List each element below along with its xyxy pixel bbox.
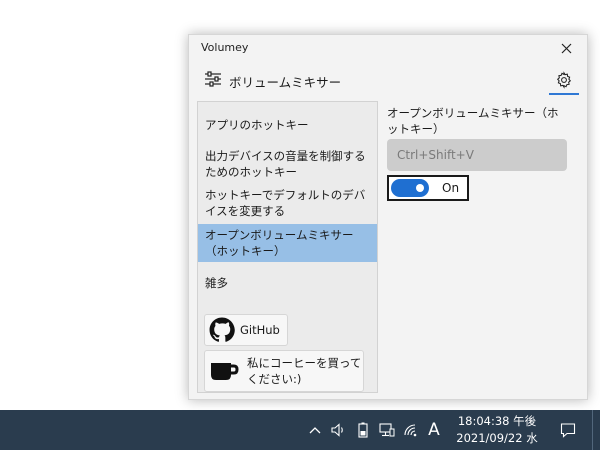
notifications-button[interactable] (559, 421, 577, 439)
sidebar-item-label: 雑多 (205, 276, 228, 290)
title-bar[interactable]: Volumey (189, 35, 587, 61)
ime-mode-button[interactable]: A (425, 419, 443, 441)
sidebar-item-label: ホットキーでデフォルトのデバイスを変更する (205, 188, 366, 218)
active-tab-indicator (549, 93, 579, 95)
app-window: Volumey ボリュームミキサー アプリのホットキー 出力デバイスの音量を制御… (188, 34, 588, 400)
clock-date: 2021/09/22 水 (456, 431, 538, 445)
mixer-icon (205, 71, 221, 87)
github-icon (209, 317, 235, 342)
wifi-icon (404, 424, 417, 437)
page-title: ボリュームミキサー (229, 75, 342, 90)
window-title: Volumey (201, 41, 249, 54)
ime-mode-label: A (428, 420, 440, 440)
sidebar-item-open-mixer-hotkey[interactable]: オープンボリュームミキサー（ホットキー） (198, 224, 377, 262)
notification-icon (560, 423, 576, 438)
speaker-icon (331, 423, 343, 437)
sidebar-item-default-device-hotkeys[interactable]: ホットキーでデフォルトのデバイスを変更する (198, 185, 377, 221)
github-button[interactable]: GitHub (204, 314, 288, 346)
chevron-up-icon (309, 427, 321, 434)
sidebar-item-app-hotkeys[interactable]: アプリのホットキー (198, 110, 377, 140)
close-button[interactable] (555, 38, 577, 58)
volume-tray-button[interactable] (330, 421, 348, 439)
clock-time: 18:04:38 午後 (457, 414, 537, 428)
enable-toggle[interactable]: On (387, 175, 469, 201)
section-label: オープンボリュームミキサー（ホットキー） (387, 106, 559, 136)
content-panel: オープンボリュームミキサー（ホットキー） On (387, 101, 581, 381)
battery-icon (358, 422, 368, 438)
show-desktop-divider (592, 410, 593, 450)
sidebar: アプリのホットキー 出力デバイスの音量を制御するためのホットキー ホットキーでデ… (197, 101, 378, 393)
toggle-track[interactable] (391, 179, 429, 197)
sidebar-item-device-volume-hotkeys[interactable]: 出力デバイスの音量を制御するためのホットキー (198, 146, 377, 182)
network-icon (379, 422, 395, 436)
sidebar-item-label: オープンボリュームミキサー（ホットキー） (205, 228, 354, 258)
buy-coffee-label: 私にコーヒーを買ってください:) (247, 356, 362, 386)
network-tray-button[interactable] (378, 421, 396, 439)
close-icon (561, 43, 571, 53)
taskbar: A 18:04:38 午後 2021/09/22 水 (0, 410, 600, 450)
show-hidden-icons-button[interactable] (306, 421, 324, 439)
buy-coffee-button[interactable]: 私にコーヒーを買ってください:) (204, 350, 364, 392)
battery-tray-button[interactable] (354, 421, 372, 439)
sidebar-item-misc[interactable]: 雑多 (198, 268, 377, 298)
hotkey-input[interactable] (387, 139, 567, 171)
wifi-tray-button[interactable] (402, 421, 420, 439)
sidebar-item-label: 出力デバイスの音量を制御するためのホットキー (205, 149, 366, 179)
gear-icon (556, 71, 572, 89)
coffee-cup-icon (211, 363, 239, 380)
toggle-thumb (416, 184, 424, 192)
github-label: GitHub (240, 323, 280, 337)
toggle-label: On (442, 181, 460, 195)
settings-button[interactable] (545, 65, 583, 95)
clock[interactable]: 18:04:38 午後 2021/09/22 水 (452, 413, 542, 447)
sidebar-item-label: アプリのホットキー (205, 118, 309, 132)
header: ボリュームミキサー (189, 61, 587, 101)
